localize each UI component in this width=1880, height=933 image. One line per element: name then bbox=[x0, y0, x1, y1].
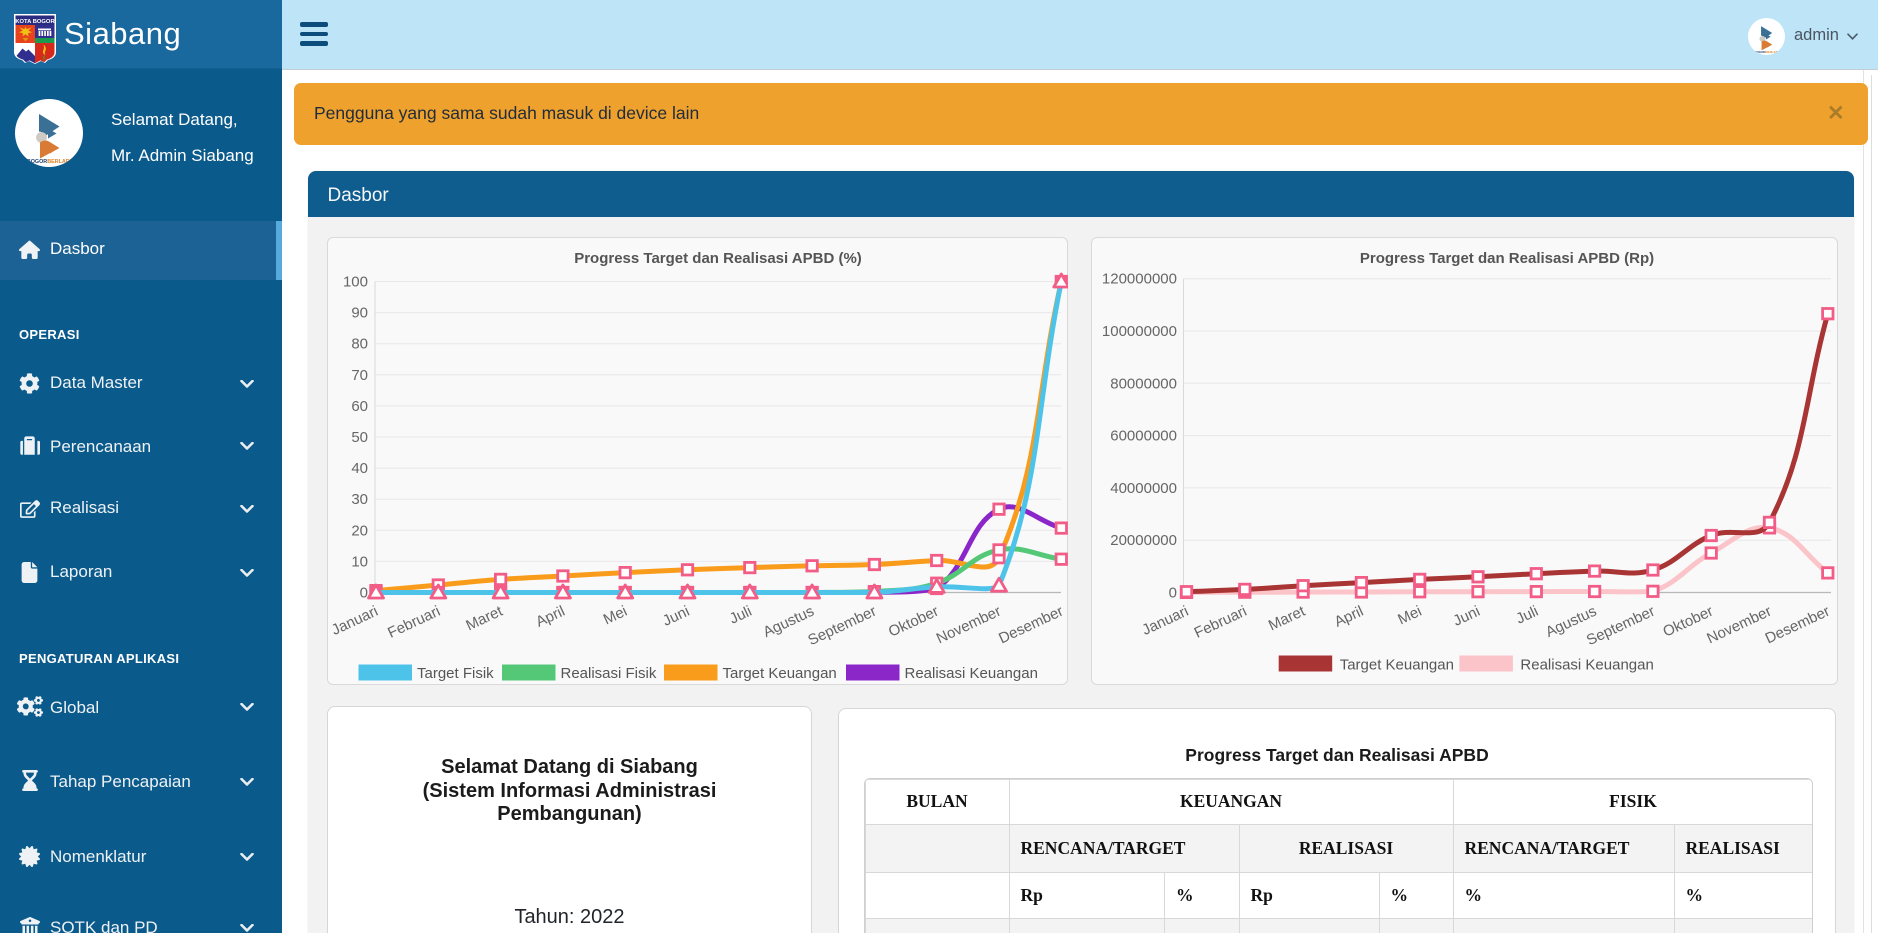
svg-text:100: 100 bbox=[343, 274, 368, 291]
svg-text:20: 20 bbox=[351, 522, 368, 539]
svg-text:Januari: Januari bbox=[329, 603, 381, 639]
svg-text:April: April bbox=[1332, 603, 1366, 631]
svg-text:Maret: Maret bbox=[1266, 602, 1309, 634]
svg-text:Juni: Juni bbox=[1451, 603, 1483, 630]
svg-text:30: 30 bbox=[351, 491, 368, 508]
svg-text:120000000: 120000000 bbox=[1102, 271, 1177, 288]
svg-text:20000000: 20000000 bbox=[1110, 532, 1177, 549]
svg-text:10: 10 bbox=[351, 553, 368, 570]
svg-text:Progress Target dan Realisasi: Progress Target dan Realisasi APBD (%) bbox=[574, 250, 862, 267]
svg-text:April: April bbox=[533, 603, 567, 631]
svg-text:Target Keuangan: Target Keuangan bbox=[723, 665, 837, 682]
svg-text:Desember: Desember bbox=[1763, 603, 1833, 648]
svg-text:Mei: Mei bbox=[601, 603, 630, 629]
svg-text:BOGORBERLARI: BOGORBERLARI bbox=[27, 159, 72, 165]
svg-text:60: 60 bbox=[351, 398, 368, 415]
svg-text:Juni: Juni bbox=[660, 603, 692, 630]
svg-text:0: 0 bbox=[1169, 585, 1177, 602]
svg-text:Juli: Juli bbox=[1513, 603, 1541, 628]
svg-text:Oktober: Oktober bbox=[886, 603, 942, 641]
svg-text:Progress Target dan Realisasi: Progress Target dan Realisasi APBD (Rp) bbox=[1360, 250, 1654, 267]
svg-text:Realisasi Keuangan: Realisasi Keuangan bbox=[905, 665, 1038, 682]
svg-text:80: 80 bbox=[351, 336, 368, 353]
svg-text:Realisasi Keuangan: Realisasi Keuangan bbox=[1520, 657, 1653, 674]
svg-text:Maret: Maret bbox=[463, 602, 506, 634]
svg-text:Desember: Desember bbox=[996, 603, 1066, 648]
svg-text:September: September bbox=[805, 603, 879, 649]
svg-text:Target Keuangan: Target Keuangan bbox=[1340, 657, 1454, 674]
svg-text:90: 90 bbox=[351, 305, 368, 322]
svg-text:Realisasi Fisik: Realisasi Fisik bbox=[561, 665, 657, 682]
svg-text:November: November bbox=[934, 603, 1004, 648]
svg-text:40000000: 40000000 bbox=[1110, 480, 1177, 497]
svg-text:80000000: 80000000 bbox=[1110, 375, 1177, 392]
svg-text:100000000: 100000000 bbox=[1102, 323, 1177, 340]
svg-text:Februari: Februari bbox=[385, 603, 443, 642]
svg-text:Target Fisik: Target Fisik bbox=[417, 665, 494, 682]
svg-text:Februari: Februari bbox=[1192, 603, 1250, 642]
svg-text:60000000: 60000000 bbox=[1110, 428, 1177, 445]
svg-text:Juli: Juli bbox=[727, 603, 755, 628]
svg-text:Januari: Januari bbox=[1139, 603, 1191, 639]
svg-text:40: 40 bbox=[351, 460, 368, 477]
svg-text:November: November bbox=[1704, 603, 1774, 648]
svg-text:KOTA BOGOR: KOTA BOGOR bbox=[15, 19, 55, 25]
svg-text:50: 50 bbox=[351, 429, 368, 446]
svg-text:0: 0 bbox=[360, 585, 368, 602]
svg-text:70: 70 bbox=[351, 367, 368, 384]
svg-text:Mei: Mei bbox=[1395, 603, 1424, 629]
